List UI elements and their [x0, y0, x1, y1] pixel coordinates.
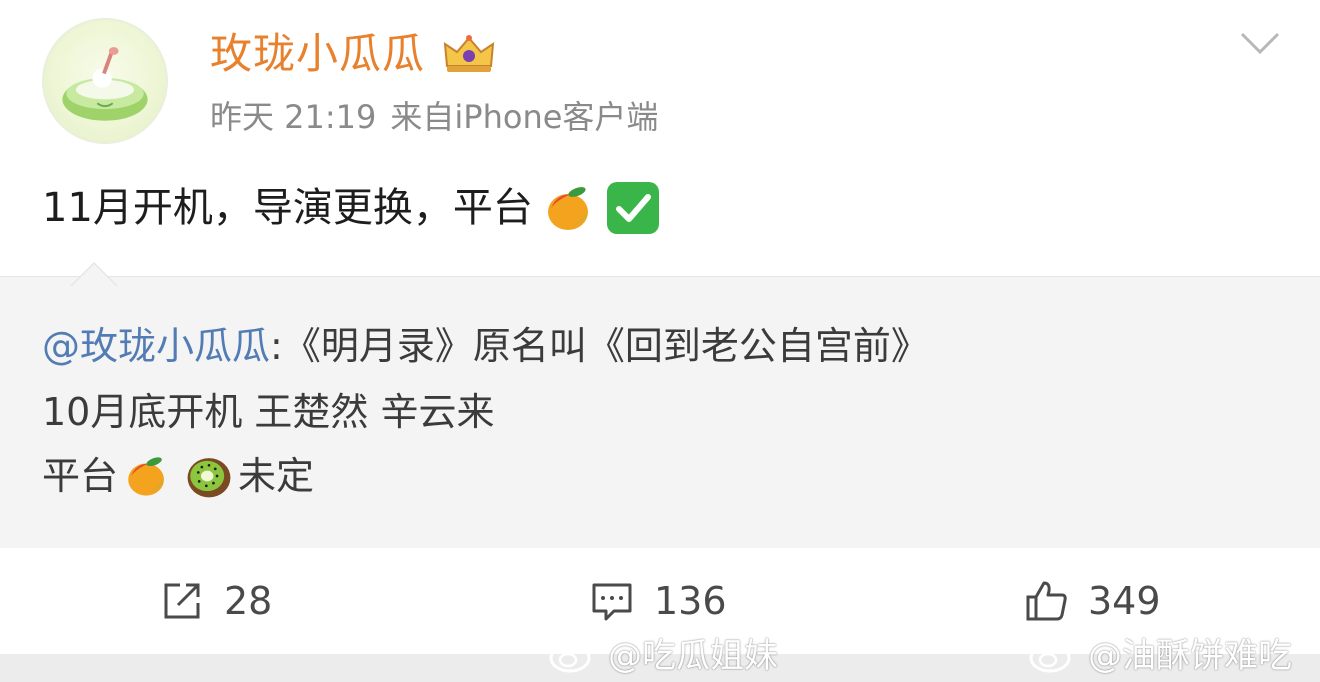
post-time: 昨天 21:19	[210, 98, 377, 136]
comment-count: 136	[654, 579, 727, 623]
post-source[interactable]: 来自iPhone客户端	[390, 95, 658, 139]
mango-emoji	[122, 451, 172, 501]
repost-text: :《明月录》原名叫《回到老公自宫前》	[270, 324, 929, 368]
thumbs-up-icon	[1026, 581, 1067, 621]
like-button[interactable]: 349	[1024, 576, 1161, 626]
like-count: 349	[1088, 579, 1161, 623]
check-mark-emoji	[605, 180, 661, 236]
mango-emoji	[541, 180, 597, 236]
comment-icon	[592, 583, 632, 621]
repost-button[interactable]: 28	[160, 576, 272, 626]
repost-count: 28	[224, 579, 273, 623]
crown-badge-icon	[441, 32, 497, 76]
watermark-text: @吃瓜姐妹	[608, 635, 778, 676]
post-content: 11月开机，导演更换，平台	[42, 180, 661, 236]
post-meta: 昨天 21:19 来自iPhone客户端	[210, 95, 658, 139]
repost-text: 未定	[238, 454, 315, 498]
watermark: @吃瓜姐妹	[548, 626, 778, 678]
watermark-text: @油酥饼难吃	[1088, 635, 1292, 676]
repost-text: 10月底开机 王楚然 辛云来	[42, 390, 495, 434]
kiwi-emoji	[184, 451, 234, 501]
repost-line: 平台 未定	[42, 448, 314, 504]
chevron-down-icon[interactable]	[1240, 28, 1280, 58]
repost-pointer-inner	[72, 264, 116, 286]
comment-button[interactable]: 136	[590, 576, 727, 626]
username[interactable]: 玫珑小瓜瓜	[210, 26, 425, 82]
weibo-logo-icon	[549, 636, 596, 673]
mention-link[interactable]: @玫珑小瓜瓜	[42, 318, 270, 374]
repost-text: 平台	[42, 454, 119, 498]
weibo-logo-icon	[1029, 636, 1076, 673]
post-content-text: 11月开机，导演更换，平台	[42, 185, 533, 231]
repost-line: 10月底开机 王楚然 辛云来	[42, 384, 495, 440]
avatar[interactable]	[42, 18, 168, 144]
watermark: @油酥饼难吃	[1028, 626, 1292, 678]
repost-line: @玫珑小瓜瓜 :《明月录》原名叫《回到老公自宫前》	[42, 318, 929, 374]
weibo-post: 玫珑小瓜瓜 昨天 21:19 来自iPhone客户端 11月开机，导演更换，平台	[0, 0, 1320, 682]
share-icon	[164, 583, 200, 619]
